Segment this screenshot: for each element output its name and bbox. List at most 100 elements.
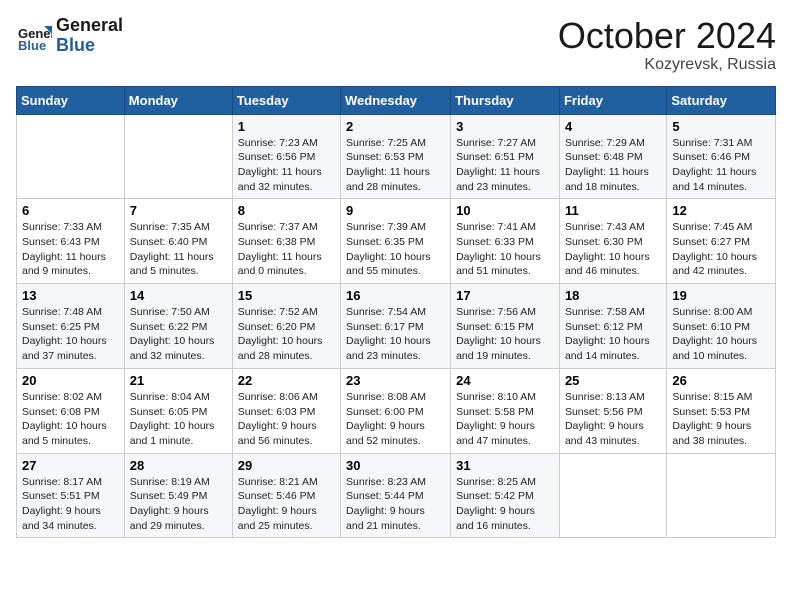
- day-info: Sunrise: 8:21 AM Sunset: 5:46 PM Dayligh…: [238, 475, 335, 534]
- day-cell: 29 Sunrise: 8:21 AM Sunset: 5:46 PM Dayli…: [232, 453, 340, 538]
- logo-icon: General Blue: [16, 18, 52, 54]
- week-row-4: 20 Sunrise: 8:02 AM Sunset: 6:08 PM Dayli…: [17, 368, 776, 453]
- day-cell: [124, 114, 232, 199]
- day-cell: 4 Sunrise: 7:29 AM Sunset: 6:48 PM Daylig…: [559, 114, 666, 199]
- day-info: Sunrise: 8:04 AM Sunset: 6:05 PM Dayligh…: [130, 390, 227, 449]
- day-number: 28: [130, 458, 227, 473]
- day-cell: 24Sunrise: 8:10 AM Sunset: 5:58 PM Dayli…: [451, 368, 560, 453]
- day-number: 13: [22, 288, 119, 303]
- day-cell: 27 Sunrise: 8:17 AM Sunset: 5:51 PM Dayli…: [17, 453, 125, 538]
- day-cell: 31Sunrise: 8:25 AM Sunset: 5:42 PM Dayli…: [451, 453, 560, 538]
- day-info: Sunrise: 7:48 AM Sunset: 6:25 PM Dayligh…: [22, 305, 119, 364]
- day-info: Sunrise: 7:37 AM Sunset: 6:38 PM Dayligh…: [238, 220, 335, 279]
- day-cell: 21 Sunrise: 8:04 AM Sunset: 6:05 PM Dayli…: [124, 368, 232, 453]
- day-info: Sunrise: 8:15 AM Sunset: 5:53 PM Dayligh…: [672, 390, 770, 449]
- day-info: Sunrise: 8:23 AM Sunset: 5:44 PM Dayligh…: [346, 475, 445, 534]
- day-cell: 20 Sunrise: 8:02 AM Sunset: 6:08 PM Dayli…: [17, 368, 125, 453]
- day-cell: 22 Sunrise: 8:06 AM Sunset: 6:03 PM Dayli…: [232, 368, 340, 453]
- day-info: Sunrise: 7:39 AM Sunset: 6:35 PM Dayligh…: [346, 220, 445, 279]
- day-info: Sunrise: 7:33 AM Sunset: 6:43 PM Dayligh…: [22, 220, 119, 279]
- day-number: 27: [22, 458, 119, 473]
- day-cell: 17 Sunrise: 7:56 AM Sunset: 6:15 PM Dayli…: [451, 284, 560, 369]
- logo-line2: Blue: [56, 36, 123, 56]
- day-info: Sunrise: 7:45 AM Sunset: 6:27 PM Dayligh…: [672, 220, 770, 279]
- logo: General Blue General Blue: [16, 16, 123, 56]
- day-cell: 23Sunrise: 8:08 AM Sunset: 6:00 PM Dayli…: [341, 368, 451, 453]
- day-number: 17: [456, 288, 554, 303]
- day-cell: 13 Sunrise: 7:48 AM Sunset: 6:25 PM Dayli…: [17, 284, 125, 369]
- day-info: Sunrise: 8:06 AM Sunset: 6:03 PM Dayligh…: [238, 390, 335, 449]
- day-info: Sunrise: 8:17 AM Sunset: 5:51 PM Dayligh…: [22, 475, 119, 534]
- logo-line1: General: [56, 16, 123, 36]
- day-info: Sunrise: 8:13 AM Sunset: 5:56 PM Dayligh…: [565, 390, 661, 449]
- day-info: Sunrise: 8:25 AM Sunset: 5:42 PM Dayligh…: [456, 475, 554, 534]
- day-cell: 6 Sunrise: 7:33 AM Sunset: 6:43 PM Daylig…: [17, 199, 125, 284]
- day-cell: 18Sunrise: 7:58 AM Sunset: 6:12 PM Dayli…: [559, 284, 666, 369]
- day-info: Sunrise: 8:02 AM Sunset: 6:08 PM Dayligh…: [22, 390, 119, 449]
- day-info: Sunrise: 7:50 AM Sunset: 6:22 PM Dayligh…: [130, 305, 227, 364]
- weekday-header-friday: Friday: [559, 86, 666, 114]
- day-info: Sunrise: 7:43 AM Sunset: 6:30 PM Dayligh…: [565, 220, 661, 279]
- day-number: 4: [565, 119, 661, 134]
- week-row-2: 6 Sunrise: 7:33 AM Sunset: 6:43 PM Daylig…: [17, 199, 776, 284]
- weekday-header-saturday: Saturday: [667, 86, 776, 114]
- week-row-1: 1 Sunrise: 7:23 AM Sunset: 6:56 PM Daylig…: [17, 114, 776, 199]
- day-number: 29: [238, 458, 335, 473]
- day-cell: 15 Sunrise: 7:52 AM Sunset: 6:20 PM Dayli…: [232, 284, 340, 369]
- day-number: 15: [238, 288, 335, 303]
- day-cell: 7 Sunrise: 7:35 AM Sunset: 6:40 PM Daylig…: [124, 199, 232, 284]
- day-info: Sunrise: 7:29 AM Sunset: 6:48 PM Dayligh…: [565, 136, 661, 195]
- day-info: Sunrise: 7:35 AM Sunset: 6:40 PM Dayligh…: [130, 220, 227, 279]
- day-cell: [17, 114, 125, 199]
- day-number: 20: [22, 373, 119, 388]
- svg-text:Blue: Blue: [18, 38, 46, 53]
- day-number: 10: [456, 203, 554, 218]
- day-cell: [559, 453, 666, 538]
- day-info: Sunrise: 7:52 AM Sunset: 6:20 PM Dayligh…: [238, 305, 335, 364]
- day-number: 1: [238, 119, 335, 134]
- day-number: 7: [130, 203, 227, 218]
- day-number: 12: [672, 203, 770, 218]
- day-info: Sunrise: 7:58 AM Sunset: 6:12 PM Dayligh…: [565, 305, 661, 364]
- day-number: 2: [346, 119, 445, 134]
- day-cell: 10 Sunrise: 7:41 AM Sunset: 6:33 PM Dayli…: [451, 199, 560, 284]
- day-info: Sunrise: 8:10 AM Sunset: 5:58 PM Dayligh…: [456, 390, 554, 449]
- day-number: 9: [346, 203, 445, 218]
- day-cell: 1 Sunrise: 7:23 AM Sunset: 6:56 PM Daylig…: [232, 114, 340, 199]
- day-info: Sunrise: 7:23 AM Sunset: 6:56 PM Dayligh…: [238, 136, 335, 195]
- day-cell: 25 Sunrise: 8:13 AM Sunset: 5:56 PM Dayli…: [559, 368, 666, 453]
- day-number: 6: [22, 203, 119, 218]
- day-info: Sunrise: 7:31 AM Sunset: 6:46 PM Dayligh…: [672, 136, 770, 195]
- day-number: 19: [672, 288, 770, 303]
- day-number: 26: [672, 373, 770, 388]
- day-cell: 30 Sunrise: 8:23 AM Sunset: 5:44 PM Dayli…: [341, 453, 451, 538]
- day-number: 23: [346, 373, 445, 388]
- day-cell: 16Sunrise: 7:54 AM Sunset: 6:17 PM Dayli…: [341, 284, 451, 369]
- day-cell: 3 Sunrise: 7:27 AM Sunset: 6:51 PM Daylig…: [451, 114, 560, 199]
- title-block: October 2024 Kozyrevsk, Russia: [558, 16, 776, 74]
- weekday-header-wednesday: Wednesday: [341, 86, 451, 114]
- week-row-3: 13 Sunrise: 7:48 AM Sunset: 6:25 PM Dayli…: [17, 284, 776, 369]
- day-number: 30: [346, 458, 445, 473]
- day-number: 25: [565, 373, 661, 388]
- weekday-header-sunday: Sunday: [17, 86, 125, 114]
- week-row-5: 27 Sunrise: 8:17 AM Sunset: 5:51 PM Dayli…: [17, 453, 776, 538]
- day-cell: 5Sunrise: 7:31 AM Sunset: 6:46 PM Daylig…: [667, 114, 776, 199]
- day-cell: 28Sunrise: 8:19 AM Sunset: 5:49 PM Dayli…: [124, 453, 232, 538]
- day-cell: 8 Sunrise: 7:37 AM Sunset: 6:38 PM Daylig…: [232, 199, 340, 284]
- day-cell: [667, 453, 776, 538]
- day-number: 22: [238, 373, 335, 388]
- day-number: 3: [456, 119, 554, 134]
- month-title: October 2024: [558, 16, 776, 56]
- day-info: Sunrise: 7:56 AM Sunset: 6:15 PM Dayligh…: [456, 305, 554, 364]
- day-info: Sunrise: 8:00 AM Sunset: 6:10 PM Dayligh…: [672, 305, 770, 364]
- day-number: 8: [238, 203, 335, 218]
- day-cell: 19 Sunrise: 8:00 AM Sunset: 6:10 PM Dayli…: [667, 284, 776, 369]
- day-cell: 12 Sunrise: 7:45 AM Sunset: 6:27 PM Dayli…: [667, 199, 776, 284]
- weekday-header-monday: Monday: [124, 86, 232, 114]
- calendar-table: SundayMondayTuesdayWednesdayThursdayFrid…: [16, 86, 776, 539]
- day-info: Sunrise: 7:27 AM Sunset: 6:51 PM Dayligh…: [456, 136, 554, 195]
- day-number: 21: [130, 373, 227, 388]
- day-info: Sunrise: 7:41 AM Sunset: 6:33 PM Dayligh…: [456, 220, 554, 279]
- weekday-header-row: SundayMondayTuesdayWednesdayThursdayFrid…: [17, 86, 776, 114]
